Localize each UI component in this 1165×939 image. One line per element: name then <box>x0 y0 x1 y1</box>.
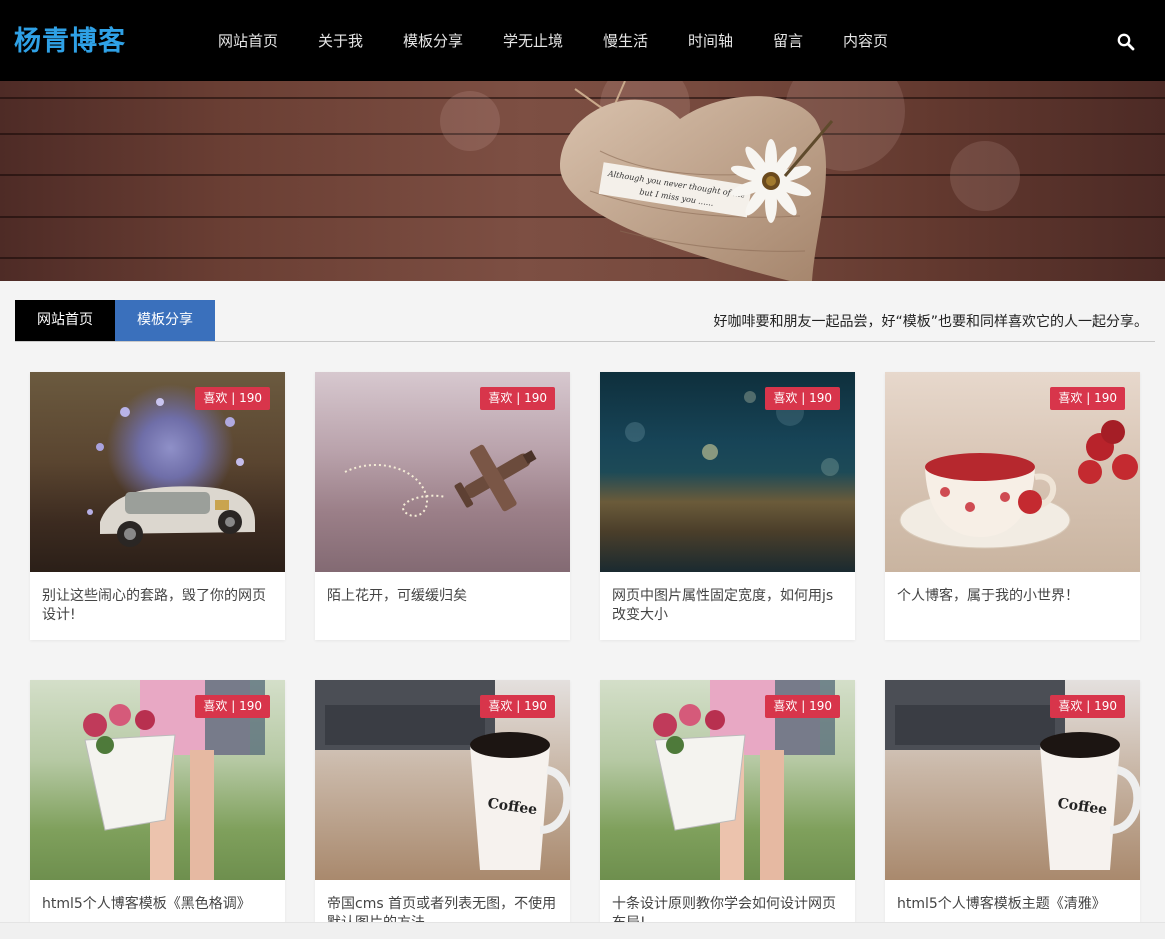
nav-item-timeline[interactable]: 时间轴 <box>688 30 773 52</box>
like-badge[interactable]: 喜欢 | 190 <box>765 695 840 718</box>
like-badge[interactable]: 喜欢 | 190 <box>765 387 840 410</box>
heart-illustration: Although you never thought of me but I m… <box>560 81 834 281</box>
like-badge[interactable]: 喜欢 | 190 <box>195 387 270 410</box>
nav-item-home[interactable]: 网站首页 <box>218 30 318 52</box>
site-logo[interactable]: 杨青博客 <box>14 24 126 60</box>
thumbnail-coffee-laptop[interactable]: Coffee 喜欢 | 190 <box>885 680 1140 880</box>
article-card[interactable]: Coffee 喜欢 | 190 帝国cms 首页或者列表无图，不使用默认图片的方… <box>315 680 570 939</box>
article-title[interactable]: 陌上花开，可缓缓归矣 <box>315 572 570 640</box>
tab-templates[interactable]: 模板分享 <box>115 300 215 341</box>
section-slogan: 好咖啡要和朋友一起品尝，好“模板”也要和同样喜欢它的人一起分享。 <box>713 314 1148 330</box>
like-badge[interactable]: 喜欢 | 190 <box>480 387 555 410</box>
like-badge[interactable]: 喜欢 | 190 <box>195 695 270 718</box>
article-card[interactable]: 喜欢 | 190 网页中图片属性固定宽度，如何用js改变大小 <box>600 372 855 640</box>
article-card[interactable]: 喜欢 | 190 别让这些闹心的套路，毁了你的网页设计! <box>30 372 285 640</box>
nav-item-templates[interactable]: 模板分享 <box>403 30 503 52</box>
hero-banner: Although you never thought of me but I m… <box>0 81 1165 281</box>
article-title[interactable]: 网页中图片属性固定宽度，如何用js改变大小 <box>600 572 855 640</box>
nav-item-learning[interactable]: 学无止境 <box>503 30 603 52</box>
like-badge[interactable]: 喜欢 | 190 <box>1050 387 1125 410</box>
site-header: 杨青博客 网站首页 关于我 模板分享 学无止境 慢生活 时间轴 留言 内容页 <box>0 0 1165 81</box>
article-card[interactable]: 喜欢 | 190 个人博客，属于我的小世界！ <box>885 372 1140 640</box>
article-card[interactable]: 喜欢 | 190 十条设计原则教你学会如何设计网页布局! <box>600 680 855 939</box>
nav-item-slow-life[interactable]: 慢生活 <box>603 30 688 52</box>
like-badge[interactable]: 喜欢 | 190 <box>480 695 555 718</box>
search-icon[interactable] <box>1117 33 1135 51</box>
like-badge[interactable]: 喜欢 | 190 <box>1050 695 1125 718</box>
thumbnail-toy-plane[interactable]: 喜欢 | 190 <box>315 372 570 572</box>
thumbnail-flower-basket[interactable]: 喜欢 | 190 <box>30 680 285 880</box>
tab-home[interactable]: 网站首页 <box>15 300 115 341</box>
thumbnail-flower-basket[interactable]: 喜欢 | 190 <box>600 680 855 880</box>
section-tabbar: 网站首页 模板分享 好咖啡要和朋友一起品尝，好“模板”也要和同样喜欢它的人一起分… <box>15 300 1155 342</box>
article-title[interactable]: 别让这些闹心的套路，毁了你的网页设计! <box>30 572 285 640</box>
main-nav: 网站首页 关于我 模板分享 学无止境 慢生活 时间轴 留言 内容页 <box>218 30 913 52</box>
thumbnail-flower-car[interactable]: 喜欢 | 190 <box>30 372 285 572</box>
nav-item-about[interactable]: 关于我 <box>318 30 403 52</box>
thumbnail-bokeh[interactable]: 喜欢 | 190 <box>600 372 855 572</box>
horizontal-scrollbar[interactable] <box>0 922 1165 939</box>
thumbnail-tea-cup[interactable]: 喜欢 | 190 <box>885 372 1140 572</box>
article-card[interactable]: 喜欢 | 190 html5个人博客模板《黑色格调》 <box>30 680 285 939</box>
thumbnail-coffee-laptop[interactable]: Coffee 喜欢 | 190 <box>315 680 570 880</box>
nav-item-content[interactable]: 内容页 <box>843 30 913 52</box>
article-card[interactable]: 喜欢 | 190 陌上花开，可缓缓归矣 <box>315 372 570 640</box>
article-title[interactable]: 个人博客，属于我的小世界！ <box>885 572 1140 640</box>
nav-item-guestbook[interactable]: 留言 <box>773 30 843 52</box>
article-card[interactable]: Coffee 喜欢 | 190 html5个人博客模板主题《清雅》 <box>885 680 1140 939</box>
